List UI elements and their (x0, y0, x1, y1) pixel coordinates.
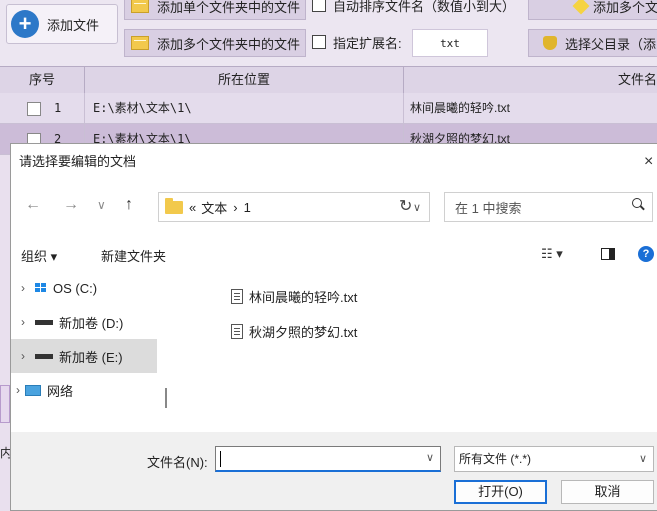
tree-item-c-drive[interactable]: › OS (C:) (11, 271, 157, 305)
expand-arrow-icon[interactable]: › (11, 281, 35, 295)
add-multi-folder-button[interactable]: 添加多个文件夹中的文件 (124, 29, 306, 57)
refresh-icon[interactable]: ↻ (399, 196, 412, 216)
filename-input[interactable]: ∨ (215, 446, 441, 472)
text-file-icon (231, 289, 243, 304)
file-table-header: 序号 所在位置 文件名 (0, 66, 657, 94)
folder-icon (165, 197, 183, 214)
filename-label: 文件名(N): (147, 455, 208, 470)
add-multi-files-label: 添加多个文 (593, 0, 657, 15)
open-file-dialog: 请选择要编辑的文档 × ← → ∨ ↑ « 文本 › 1 ∨ ↻ 在 1 中搜索… (10, 143, 657, 511)
select-parent-dir-label: 选择父目录（添 (565, 36, 657, 52)
checkbox-box[interactable] (312, 0, 326, 12)
chevron-down-icon[interactable]: ∨ (639, 447, 647, 471)
expand-arrow-icon[interactable]: › (11, 349, 35, 363)
tree-item-network[interactable]: › 网络 (11, 373, 157, 407)
cancel-button[interactable]: 取消 (561, 480, 654, 504)
dialog-title: 请选择要编辑的文档 (19, 154, 137, 169)
preview-pane-icon[interactable] (601, 248, 615, 260)
breadcrumb-part[interactable]: 1 (244, 200, 251, 215)
row-location: E:\素材\文本\1\ (85, 93, 404, 123)
add-multi-folder-label: 添加多个文件夹中的文件 (157, 36, 301, 52)
specify-ext-checkbox[interactable]: 指定扩展名: (312, 29, 402, 55)
forward-arrow-icon[interactable]: → (63, 193, 79, 217)
folder-icon (131, 0, 149, 13)
add-single-folder-label: 添加单个文件夹中的文件 (157, 0, 301, 15)
tree-item-label: OS (C:) (53, 280, 98, 296)
recent-locations-chevron-icon[interactable]: ∨ (97, 193, 106, 217)
expand-arrow-icon[interactable]: › (11, 383, 25, 397)
folder-icon (131, 36, 149, 50)
network-icon (25, 384, 41, 396)
side-char: 内 (0, 446, 13, 460)
command-bar: 组织 ▾ 新建文件夹 ☷ ▾ ? (11, 242, 657, 268)
add-multi-files-button[interactable]: 添加多个文 (528, 0, 657, 20)
tree-scrollbar[interactable] (165, 388, 167, 408)
new-folder-button[interactable]: 新建文件夹 (101, 246, 166, 265)
add-file-label: 添加文件 (47, 17, 100, 33)
back-arrow-icon[interactable]: ← (25, 193, 41, 217)
auto-sort-checkbox[interactable]: 自动排序文件名（数值小到大） (312, 0, 515, 18)
chevron-down-icon[interactable]: ∨ (426, 451, 434, 464)
extension-input[interactable]: txt (412, 29, 488, 57)
col-filename-header[interactable]: 文件名 (404, 67, 657, 93)
checkbox-box[interactable] (312, 35, 326, 49)
tree-item-e-drive[interactable]: › 新加卷 (E:) (11, 339, 157, 373)
address-bar[interactable]: « 文本 › 1 ∨ (158, 192, 430, 222)
select-parent-dir-button[interactable]: 选择父目录（添 (528, 29, 657, 57)
filetype-value: 所有文件 (*.*) (459, 452, 532, 466)
breadcrumb-part[interactable]: 文本 (201, 198, 227, 217)
drive-icon (35, 353, 53, 359)
open-button[interactable]: 打开(O) (454, 480, 547, 504)
view-options-icon[interactable]: ☷ ▾ (541, 246, 563, 262)
row-index: 1 (54, 93, 85, 123)
drive-icon (35, 319, 53, 325)
plus-icon: + (11, 10, 39, 38)
search-input[interactable]: 在 1 中搜索 (444, 192, 653, 222)
add-file-button[interactable]: + 添加文件 (6, 4, 118, 44)
up-arrow-icon[interactable]: ↑ (125, 193, 133, 217)
windows-drive-icon (35, 283, 47, 293)
shield-icon (543, 36, 557, 50)
file-list-item[interactable]: 秋湖夕照的梦幻.txt (231, 322, 357, 341)
address-prefix: « (189, 199, 197, 215)
expand-arrow-icon[interactable]: › (11, 315, 35, 329)
tree-item-label: 新加卷 (D:) (59, 315, 124, 331)
tree-item-label: 网络 (47, 383, 74, 399)
file-name: 林间晨曦的轻吟.txt (249, 290, 358, 305)
tree-item-d-drive[interactable]: › 新加卷 (D:) (11, 305, 157, 339)
organize-menu[interactable]: 组织 ▾ (21, 246, 57, 265)
chevron-down-icon[interactable]: ∨ (413, 201, 421, 214)
tree-item-label: 新加卷 (E:) (59, 349, 123, 365)
navigation-tree: › OS (C:) › 新加卷 (D:) › 新加卷 (E:) › 网络 (11, 271, 176, 433)
text-file-icon (231, 324, 243, 339)
row-filename: 林间晨曦的轻吟.txt (410, 101, 511, 115)
auto-sort-label: 自动排序文件名（数值小到大） (333, 0, 516, 14)
breadcrumb-sep-icon: › (233, 199, 238, 215)
table-row[interactable]: 1 E:\素材\文本\1\ 林间晨曦的轻吟.txt (0, 93, 657, 124)
col-index-header[interactable]: 序号 (0, 67, 85, 93)
file-name: 秋湖夕照的梦幻.txt (249, 325, 358, 340)
row-checkbox[interactable] (27, 102, 41, 116)
close-icon[interactable]: × (644, 144, 657, 180)
side-panel-edge (0, 385, 10, 423)
filetype-select[interactable]: 所有文件 (*.*) ∨ (454, 446, 654, 472)
toolbar: + 添加文件 添加单个文件夹中的文件 添加多个文件夹中的文件 自动排序文件名（数… (0, 0, 657, 66)
col-location-header[interactable]: 所在位置 (85, 67, 404, 93)
diamond-icon (572, 0, 590, 15)
text-caret (220, 451, 221, 467)
add-single-folder-button[interactable]: 添加单个文件夹中的文件 (124, 0, 306, 20)
help-icon[interactable]: ? (638, 246, 654, 262)
search-icon[interactable] (632, 198, 642, 208)
file-list-item[interactable]: 林间晨曦的轻吟.txt (231, 287, 357, 306)
search-placeholder: 在 1 中搜索 (455, 200, 522, 216)
dialog-footer: 文件名(N): ∨ 所有文件 (*.*) ∨ 打开(O) 取消 (11, 432, 657, 510)
specify-ext-label: 指定扩展名: (333, 35, 402, 51)
